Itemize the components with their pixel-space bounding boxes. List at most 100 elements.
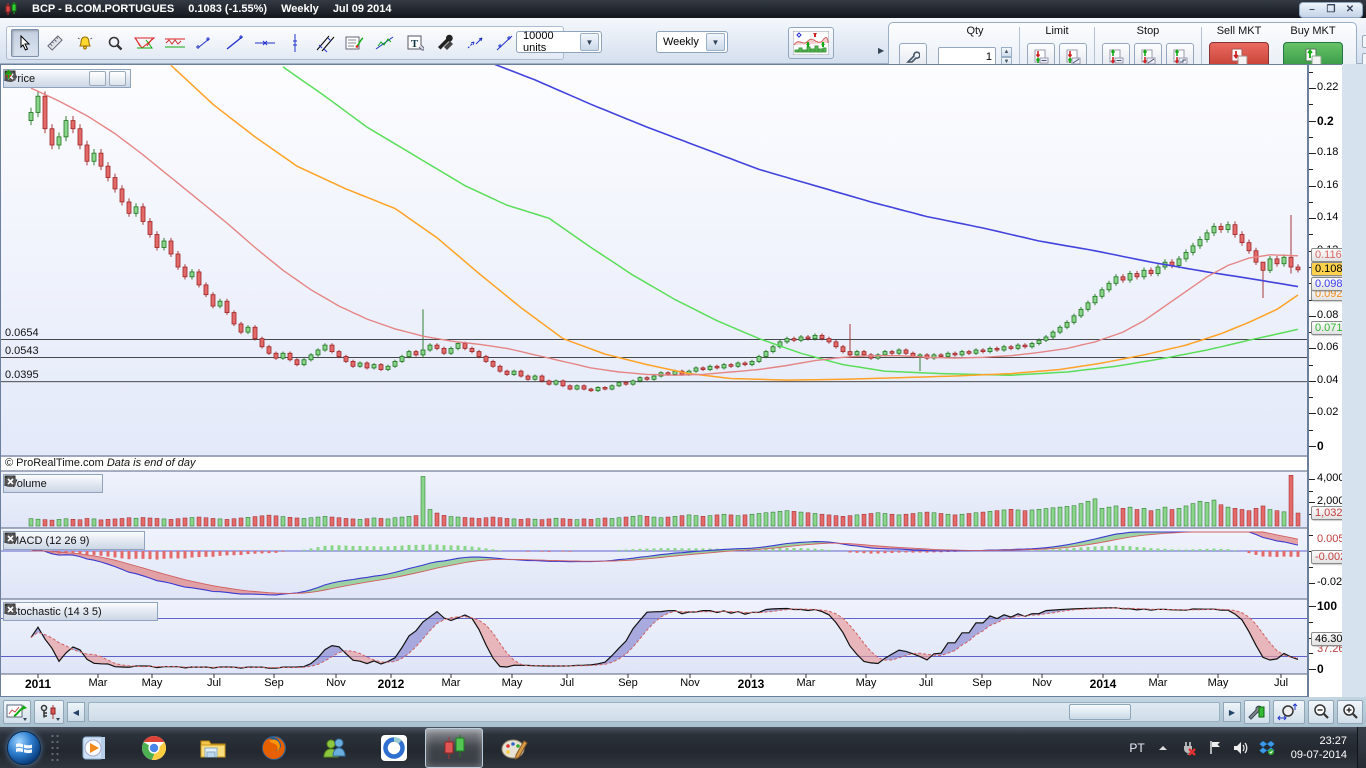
order-display-button[interactable] [34,700,64,724]
timeframe-dropdown[interactable]: Weekly ▼ [656,31,728,53]
horizontal-line-button[interactable] [251,29,279,57]
stoch-axis-label: 100 [1317,599,1337,613]
chart-canvas [1,65,1307,696]
volume-settings-icon[interactable] [50,477,64,490]
stoch-window-icon[interactable] [122,605,136,618]
windows-taskbar: PT 23:27 09-07-2014 [0,727,1366,768]
tools-settings-button[interactable] [431,29,459,57]
price-axis-label: 0.22 [1317,81,1338,93]
main-toolbar: T 10000 units ▼ Weekly ▼ ▶ [0,18,1366,64]
price-axis-label: 0.04 [1317,374,1338,386]
dropbox-icon[interactable] [1259,740,1275,756]
stoch-panel-title: Stochastic (14 3 5) [10,606,102,618]
close-button[interactable]: ✕ [1342,4,1358,16]
volume-speaker-icon[interactable] [1233,740,1249,756]
tray-expand-icon[interactable] [1155,740,1171,756]
ruler-tool-button[interactable] [41,29,69,57]
chart-settings-button[interactable] [1244,700,1270,724]
horizontal-scrollbar[interactable] [88,702,1220,722]
alert-bell-button[interactable] [71,29,99,57]
start-button[interactable] [2,729,46,767]
trendline-button[interactable] [221,29,249,57]
price-close-icon[interactable] [72,72,86,85]
show-desktop-button[interactable] [1357,727,1366,768]
zigzag-line-button[interactable] [371,29,399,57]
stoch-settings-icon[interactable] [105,605,119,618]
timeframe-dropdown-value: Weekly [657,36,706,48]
text-tool-button[interactable]: T [401,29,429,57]
blue-arrows-button[interactable] [461,29,489,57]
x-axis: 2011MarMayJulSepNov2012MarMayJulSepNov20… [1,674,1309,698]
stop-label: Stop [1137,25,1160,39]
units-dropdown[interactable]: 10000 units ▼ [516,31,602,53]
macd-settings-icon[interactable] [92,534,106,547]
price-buy-arrow-icon[interactable] [109,71,126,86]
vertical-line-button[interactable] [281,29,309,57]
point-line-button[interactable] [191,29,219,57]
stop-loss-checkbox[interactable] [1362,35,1366,48]
price-settings-icon[interactable] [38,72,52,85]
taskbar-firefox[interactable] [245,728,303,768]
taskbar-explorer[interactable] [185,728,243,768]
volume-window-icon[interactable] [67,477,81,490]
macd-panel-title: MACD (12 26 9) [10,535,89,547]
chart-style-button[interactable] [788,27,834,59]
action-center-flag-icon[interactable] [1207,740,1223,756]
scroll-left-button[interactable]: ◀ [67,702,85,722]
scroll-right-button[interactable]: ▶ [1223,702,1241,722]
fibonacci-line-button[interactable] [491,29,519,57]
parallel-lines-button[interactable] [311,29,339,57]
price-window-icon[interactable] [55,72,69,85]
scrollbar-thumb[interactable] [1069,704,1131,720]
price-axis-label: 0.2 [1317,114,1334,128]
buy-mkt-label: Buy MKT [1290,25,1335,39]
zoom-in-button[interactable] [1337,700,1363,724]
chart-area[interactable]: Price © ProRealTime.com Data is end of d… [0,64,1308,697]
cursor-tool-button[interactable] [11,29,39,57]
macd-window-icon[interactable] [109,534,123,547]
price-axis-label: 0.06 [1317,341,1338,353]
price-axis-label: 0 [1317,439,1324,453]
taskbar-media-player[interactable] [65,728,123,768]
taskbar-prorealtime[interactable] [425,728,483,768]
x-axis-label: Mar [442,677,461,689]
power-plug-icon[interactable] [1181,740,1197,756]
price-axis-label: 0.18 [1317,146,1338,158]
zoom-range-button[interactable] [1273,700,1305,724]
sell-mkt-label: Sell MKT [1217,25,1262,39]
taskbar-chrome[interactable] [125,728,183,768]
x-axis-label: May [502,677,523,689]
macd-axis-label: -0.02 [1317,576,1342,588]
windows-logo-icon [7,731,41,765]
svg-text:T: T [411,38,419,50]
price-axis-label: 0.02 [1317,406,1338,418]
macd-close-icon[interactable] [126,534,140,547]
tray-clock[interactable]: 23:27 09-07-2014 [1285,734,1353,762]
zoom-out-button[interactable] [1308,700,1334,724]
language-indicator[interactable]: PT [1129,741,1144,755]
x-axis-label: Mar [797,677,816,689]
taskbar-messenger[interactable] [305,728,363,768]
x-axis-label: 2012 [378,677,405,691]
x-axis-label: 2013 [738,677,765,691]
analysis-list-button[interactable] [341,29,369,57]
x-axis-label: Sep [618,677,638,689]
price-sell-arrow-icon[interactable] [89,71,106,86]
restore-button[interactable]: ❐ [1323,4,1339,16]
taskbar-paint[interactable] [485,728,543,768]
right-margin [1342,64,1366,697]
pattern-triangle-button[interactable] [131,29,159,57]
chart-export-button[interactable] [3,700,31,724]
tray-time: 23:27 [1291,734,1347,748]
minimize-button[interactable]: – [1304,4,1320,16]
x-axis-label: Jul [207,677,221,689]
volume-close-icon[interactable] [84,477,98,490]
stoch-close-icon[interactable] [139,605,153,618]
x-axis-label: May [1208,677,1229,689]
price-panel-header: Price [3,69,131,88]
x-axis-label: 2014 [1090,677,1117,691]
zoom-tool-button[interactable] [101,29,129,57]
price-axis-label: 0.16 [1317,179,1338,191]
pattern-channel-button[interactable] [161,29,189,57]
taskbar-blue-ring-app[interactable] [365,728,423,768]
